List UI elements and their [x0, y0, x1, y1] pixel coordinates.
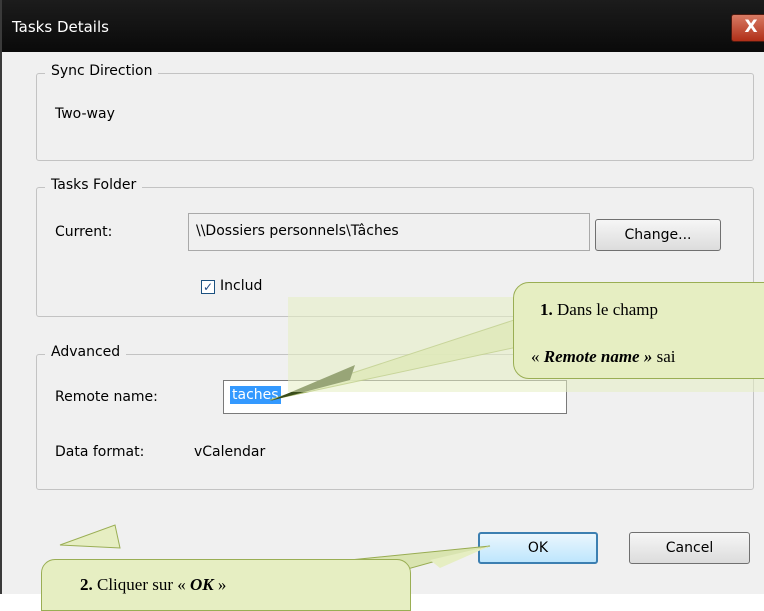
close-button[interactable]: X — [731, 14, 764, 42]
data-format-value: vCalendar — [194, 444, 266, 460]
callout-1-line-1: 1. Dans le champ — [540, 300, 658, 320]
change-folder-label: Change... — [624, 227, 692, 243]
callout-2-emphasis: OK — [190, 575, 214, 594]
callout-1-open-quote: « — [531, 347, 540, 366]
remote-name-value: taches — [230, 386, 281, 404]
callout-2-text: 2. Cliquer sur « OK » — [80, 575, 226, 595]
advanced-label: Advanced — [45, 344, 127, 360]
window-title: Tasks Details — [12, 18, 109, 36]
callout-1-text: Dans le champ — [557, 300, 659, 319]
title-bar: Tasks Details X — [2, 0, 764, 52]
callout-1-suffix: sai — [656, 347, 676, 366]
sync-direction-value: Two-way — [55, 106, 115, 122]
current-folder-label: Current: — [55, 224, 113, 240]
callout-2: 2. Cliquer sur « OK » — [41, 559, 411, 611]
tasks-folder-label: Tasks Folder — [45, 177, 143, 193]
current-folder-value: \\Dossiers personnels\Tâches — [196, 223, 399, 239]
change-folder-button[interactable]: Change... — [595, 219, 721, 251]
callout-1-number: 1. — [540, 300, 553, 319]
callout-2-prefix: Cliquer sur « — [97, 575, 186, 594]
callout-2-suffix: » — [217, 575, 227, 594]
callout-1-line-2: « Remote name » sai — [531, 347, 676, 367]
ok-button[interactable]: OK — [478, 532, 598, 564]
include-subfolders-label: Includ — [220, 278, 263, 294]
sync-direction-group: Sync Direction Two-way — [36, 63, 754, 161]
cancel-label: Cancel — [665, 540, 714, 556]
remote-name-label: Remote name: — [55, 389, 158, 405]
current-folder-field: \\Dossiers personnels\Tâches — [188, 213, 590, 251]
ok-label: OK — [527, 540, 549, 556]
data-format-label: Data format: — [55, 444, 145, 460]
callout-1: 1. Dans le champ « Remote name » sai — [513, 282, 764, 379]
sync-direction-label: Sync Direction — [45, 63, 159, 79]
close-icon: X — [744, 17, 758, 37]
callout-2-number: 2. — [80, 575, 93, 594]
include-subfolders-checkbox[interactable]: ✓ — [201, 280, 215, 294]
callout-1-emphasis: Remote name » — [543, 347, 653, 366]
checkmark-icon: ✓ — [202, 280, 214, 294]
cancel-button[interactable]: Cancel — [629, 532, 750, 564]
